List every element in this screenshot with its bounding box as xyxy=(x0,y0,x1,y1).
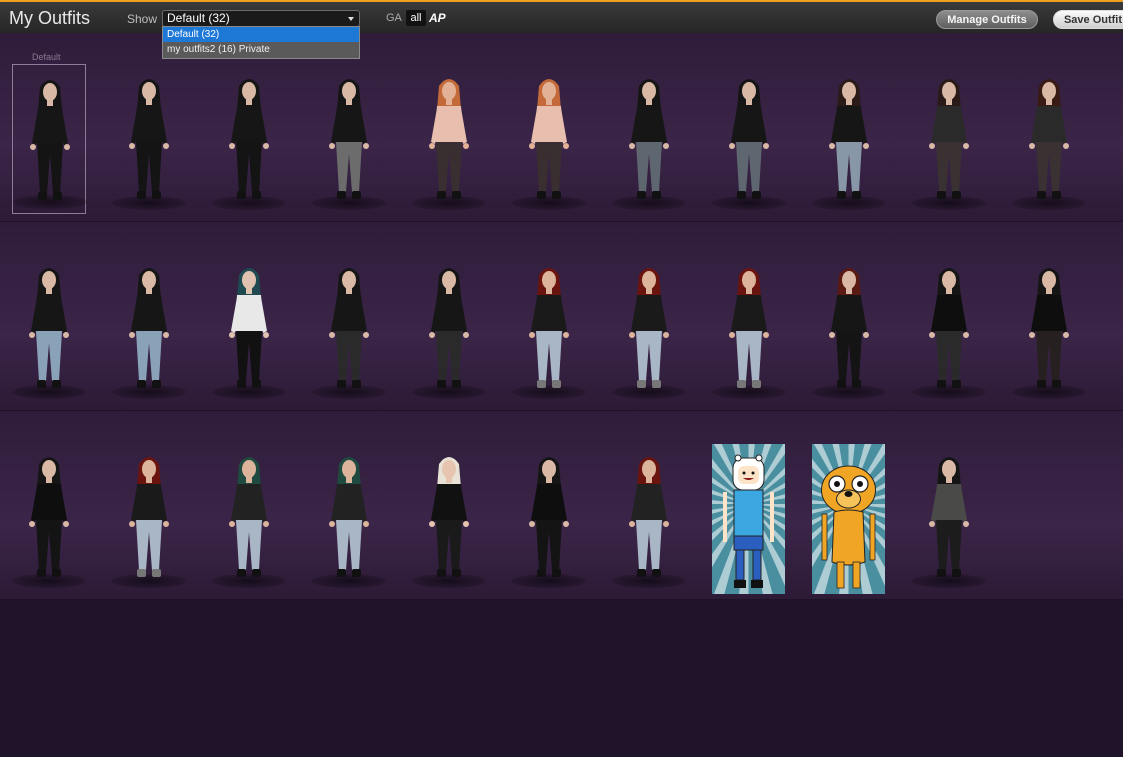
ap-filter-icon[interactable]: AP xyxy=(429,11,446,25)
avatar-figure xyxy=(229,268,269,388)
avatar-figure xyxy=(629,457,669,577)
avatar-figure xyxy=(529,79,569,199)
outfit-slot[interactable] xyxy=(112,253,186,403)
avatar-figure xyxy=(129,268,169,388)
outfit-row xyxy=(0,411,1123,601)
avatar-figure xyxy=(629,268,669,388)
outfit-slot[interactable] xyxy=(812,64,886,214)
outfit-slot[interactable] xyxy=(712,64,786,214)
save-outfit-button[interactable]: Save Outfit xyxy=(1053,10,1123,29)
outfit-slot[interactable] xyxy=(912,442,986,592)
avatar-figure xyxy=(1029,79,1069,199)
page-title: My Outfits xyxy=(9,8,91,28)
outfit-slot[interactable] xyxy=(512,442,586,592)
default-outfit-label: Default xyxy=(32,52,61,62)
avatar-figure xyxy=(629,79,669,199)
avatar-figure xyxy=(829,268,869,388)
avatar-figure xyxy=(929,79,969,199)
avatar-figure xyxy=(729,79,769,199)
avatar-figure xyxy=(29,457,69,577)
avatar-figure xyxy=(329,268,369,388)
finn-card-image xyxy=(712,444,785,594)
avatar-figure xyxy=(329,457,369,577)
outfit-slot[interactable] xyxy=(912,64,986,214)
outfit-slot[interactable] xyxy=(512,64,586,214)
avatar-figure xyxy=(1029,268,1069,388)
outfit-slot[interactable] xyxy=(812,253,886,403)
outfit-slot[interactable] xyxy=(612,64,686,214)
outfit-slot[interactable] xyxy=(12,442,86,592)
outfit-slot[interactable] xyxy=(612,253,686,403)
outfit-slot[interactable] xyxy=(1012,253,1086,403)
outfit-folder-select-value: Default (32) xyxy=(167,11,230,25)
outfit-slot[interactable] xyxy=(912,253,986,403)
dropdown-option[interactable]: my outfits2 (16) Private xyxy=(163,42,359,57)
outfit-slot[interactable] xyxy=(412,64,486,214)
outfit-slot[interactable] xyxy=(412,253,486,403)
outfit-slot[interactable] xyxy=(212,253,286,403)
avatar-figure xyxy=(429,268,469,388)
outfit-slot[interactable] xyxy=(212,64,286,214)
avatar-figure xyxy=(529,268,569,388)
avatar-figure xyxy=(529,457,569,577)
outfit-slot[interactable] xyxy=(612,442,686,592)
outfit-row xyxy=(0,222,1123,412)
avatar-figure xyxy=(929,268,969,388)
avatar-figure xyxy=(129,457,169,577)
outfit-slot[interactable] xyxy=(512,253,586,403)
avatar-figure xyxy=(29,268,69,388)
avatar-figure xyxy=(929,457,969,577)
outfit-slot[interactable] xyxy=(1012,64,1086,214)
outfit-slot[interactable] xyxy=(412,442,486,592)
avatar-figure xyxy=(229,457,269,577)
outfit-slot[interactable] xyxy=(712,253,786,403)
avatar-figure xyxy=(429,79,469,199)
avatar-figure xyxy=(329,79,369,199)
outfit-row xyxy=(0,33,1123,223)
outfit-slot[interactable] xyxy=(312,64,386,214)
outfit-slot[interactable] xyxy=(312,442,386,592)
outfit-slot[interactable] xyxy=(212,442,286,592)
finn-outfit-card[interactable] xyxy=(712,444,786,594)
ga-label: GA xyxy=(386,12,402,24)
avatar-figure xyxy=(30,80,70,200)
avatar-figure xyxy=(229,79,269,199)
manage-outfits-button[interactable]: Manage Outfits xyxy=(936,10,1038,29)
outfit-slot[interactable] xyxy=(12,64,87,214)
outfit-slot[interactable] xyxy=(12,253,86,403)
chevron-down-icon xyxy=(348,17,354,21)
filter-all-button[interactable]: all xyxy=(406,10,426,26)
avatar-figure xyxy=(729,268,769,388)
avatar-figure xyxy=(129,79,169,199)
outfit-folder-select[interactable]: Default (32) xyxy=(162,10,360,27)
show-label: Show xyxy=(127,12,158,26)
outfit-slot[interactable] xyxy=(312,253,386,403)
outfit-folder-dropdown: Default (32) my outfits2 (16) Private xyxy=(162,26,360,59)
avatar-figure xyxy=(429,457,469,577)
jake-outfit-card[interactable] xyxy=(812,444,886,594)
dropdown-option[interactable]: Default (32) xyxy=(163,27,359,42)
outfit-slot[interactable] xyxy=(112,64,186,214)
outfit-slot[interactable] xyxy=(112,442,186,592)
jake-card-image xyxy=(812,444,885,594)
avatar-figure xyxy=(829,79,869,199)
